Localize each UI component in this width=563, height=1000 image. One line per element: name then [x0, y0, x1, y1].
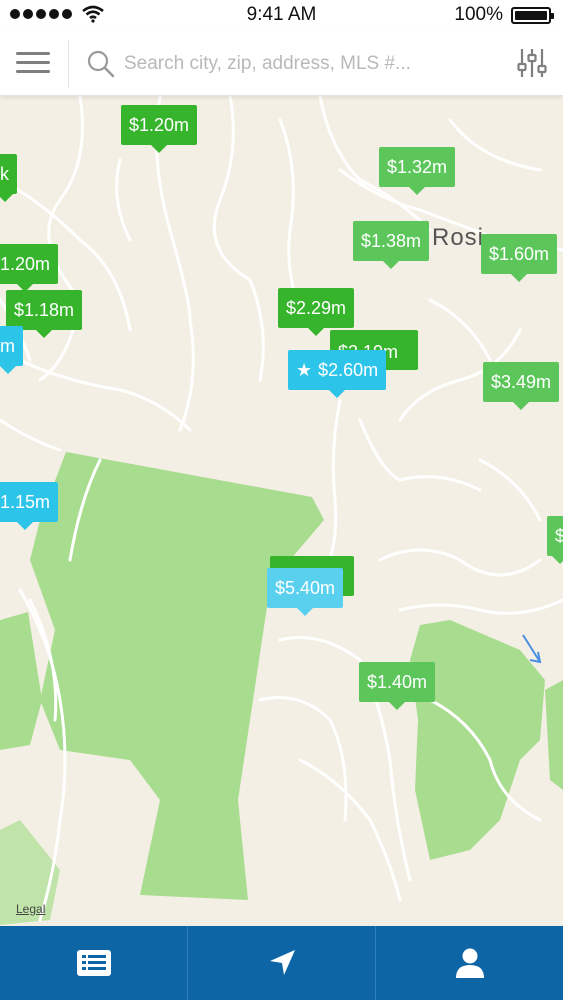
pin-price: 1.15m — [0, 492, 51, 512]
search-bar — [0, 32, 563, 96]
listing-pin[interactable]: $1.38m — [353, 221, 430, 269]
location-arrow-icon — [269, 950, 295, 975]
listing-pin[interactable]: $3.49m — [483, 362, 560, 410]
listing-pin[interactable]: $1.20m — [121, 105, 198, 153]
pin-price: 1.20m — [0, 254, 51, 274]
tab-list[interactable] — [0, 926, 187, 1000]
map-view[interactable]: Rosi $1.20m k $1.32m $1.38m $1.60m 1.20m… — [0, 96, 563, 926]
user-icon — [455, 948, 484, 978]
tab-bar — [0, 926, 563, 1000]
pin-price: $1.32m — [387, 157, 448, 177]
listing-pin[interactable]: 1.20m — [0, 244, 59, 292]
battery-icon — [511, 7, 554, 24]
hamburger-icon — [16, 52, 50, 55]
listing-pin[interactable]: m — [0, 326, 23, 374]
pin-price: $1.18m — [14, 300, 75, 320]
listing-pin[interactable]: $1.32m — [379, 147, 456, 195]
pin-price: $ — [555, 526, 563, 546]
listing-pin[interactable]: k — [0, 154, 17, 202]
pin-price: k — [0, 164, 9, 184]
pin-price: $1.20m — [129, 115, 190, 135]
pin-price: $1.38m — [361, 231, 422, 251]
filter-sliders-icon[interactable] — [517, 47, 547, 79]
pin-price: $2.29m — [286, 298, 347, 318]
pin-price: m — [0, 336, 15, 356]
search-divider — [68, 40, 69, 88]
tab-current-location[interactable] — [187, 926, 375, 1000]
pin-price: $5.40m — [275, 578, 336, 598]
star-icon: ★ — [296, 360, 313, 380]
listing-pin[interactable]: $1.60m — [481, 234, 558, 282]
menu-button[interactable] — [16, 52, 50, 78]
listing-pin[interactable]: 1.15m — [0, 482, 59, 530]
list-icon — [76, 950, 111, 976]
listing-pin[interactable]: $ — [547, 516, 563, 564]
listing-pin[interactable]: $2.29m — [278, 288, 355, 336]
listing-pin[interactable]: $1.18m — [6, 290, 83, 338]
listing-pin[interactable]: $5.40m — [267, 568, 344, 616]
pin-price: $3.49m — [491, 372, 552, 392]
listing-pin[interactable]: $1.40m — [359, 662, 436, 710]
pin-price: $2.60m — [318, 360, 379, 380]
listing-pin-favorite[interactable]: ★ $2.60m — [288, 350, 387, 398]
map-area-label: Rosi — [432, 224, 485, 251]
search-input[interactable] — [124, 44, 494, 84]
map-base — [0, 96, 563, 925]
tab-profile[interactable] — [375, 926, 563, 1000]
battery-percentage: 100% — [454, 4, 503, 25]
pin-price: $1.40m — [367, 672, 428, 692]
map-legal-link[interactable]: Legal — [16, 902, 45, 916]
search-icon — [87, 50, 115, 78]
pin-price: $1.60m — [489, 244, 550, 264]
status-bar: 9:41 AM 100% — [0, 0, 563, 32]
